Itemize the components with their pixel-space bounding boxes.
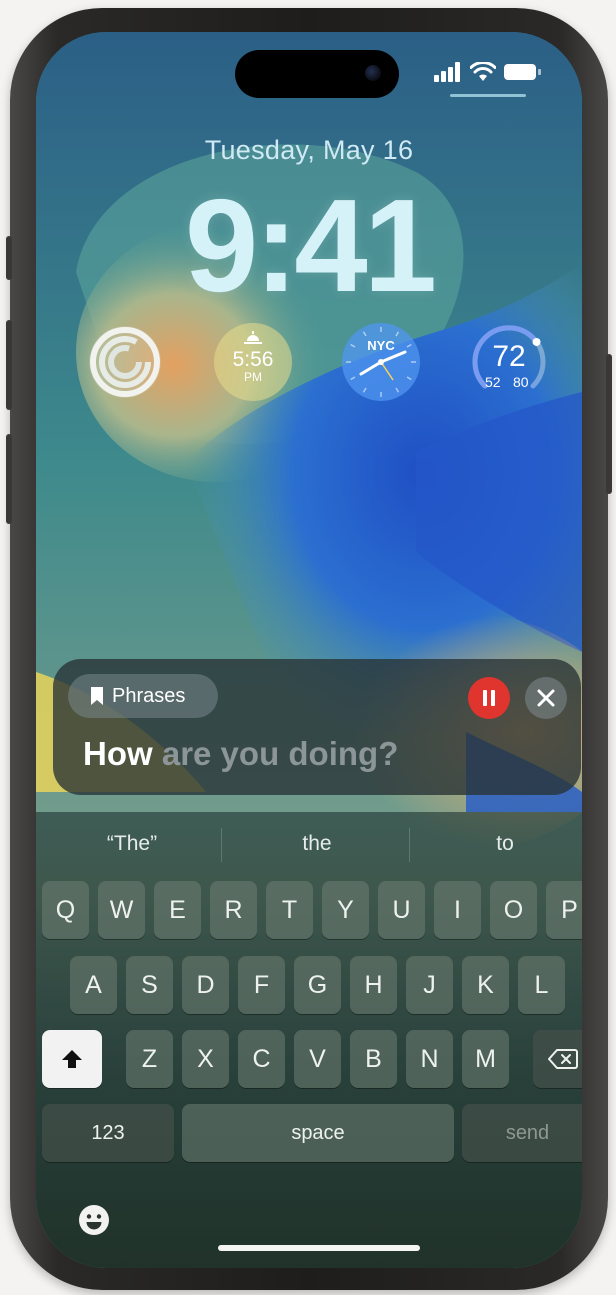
volume-down-button — [6, 434, 12, 524]
key-a[interactable]: A — [70, 956, 117, 1014]
key-f[interactable]: F — [238, 956, 285, 1014]
key-z[interactable]: Z — [126, 1030, 173, 1088]
remaining-text: are you doing? — [161, 735, 399, 772]
phrases-label: Phrases — [112, 684, 186, 707]
key-l[interactable]: L — [518, 956, 565, 1014]
key-j[interactable]: J — [406, 956, 453, 1014]
key-m[interactable]: M — [462, 1030, 509, 1088]
key-b[interactable]: B — [350, 1030, 397, 1088]
phrases-button[interactable]: Phrases — [68, 674, 218, 718]
key-e[interactable]: E — [154, 881, 201, 939]
key-q[interactable]: Q — [42, 881, 89, 939]
bookmark-icon — [91, 687, 103, 705]
suggestion-divider — [409, 828, 410, 862]
key-u[interactable]: U — [378, 881, 425, 939]
status-indicator-line — [450, 94, 526, 97]
key-i[interactable]: I — [434, 881, 481, 939]
live-speech-text: How are you doing? — [83, 735, 398, 773]
key-s[interactable]: S — [126, 956, 173, 1014]
lock-screen: Tuesday, May 16 9:41 5:56 PM NYC 72 52 8… — [36, 32, 582, 1268]
send-key[interactable]: send — [462, 1104, 582, 1162]
sunset-period: PM — [244, 370, 262, 384]
battery-icon — [504, 64, 541, 80]
key-d[interactable]: D — [182, 956, 229, 1014]
lock-date: Tuesday, May 16 — [204, 135, 414, 165]
suggestion-2[interactable]: the — [224, 824, 410, 864]
side-button — [606, 354, 612, 494]
pause-button[interactable] — [468, 677, 510, 719]
key-o[interactable]: O — [490, 881, 537, 939]
key-n[interactable]: N — [406, 1030, 453, 1088]
status-bar — [434, 62, 542, 82]
key-t[interactable]: T — [266, 881, 313, 939]
shift-key[interactable] — [42, 1030, 102, 1088]
clock-face — [342, 323, 420, 401]
key-r[interactable]: R — [210, 881, 257, 939]
key-h[interactable]: H — [350, 956, 397, 1014]
numbers-key[interactable]: 123 — [42, 1104, 174, 1162]
key-w[interactable]: W — [98, 881, 145, 939]
suggestion-1[interactable]: “The” — [39, 824, 225, 864]
suggestion-3[interactable]: to — [412, 824, 582, 864]
key-c[interactable]: C — [238, 1030, 285, 1088]
key-y[interactable]: Y — [322, 881, 369, 939]
home-indicator[interactable] — [218, 1245, 420, 1251]
volume-up-button — [6, 320, 12, 410]
delete-key[interactable] — [533, 1030, 582, 1088]
front-camera — [365, 65, 381, 81]
world-clock-widget[interactable]: NYC — [341, 322, 421, 402]
key-p[interactable]: P — [546, 881, 582, 939]
action-button — [6, 236, 12, 280]
sunset-icon — [244, 331, 262, 344]
cellular-signal-icon — [434, 62, 460, 82]
key-k[interactable]: K — [462, 956, 509, 1014]
weather-high: 80 — [513, 374, 529, 390]
wifi-icon — [470, 62, 496, 81]
suggestion-divider — [221, 828, 222, 862]
sunset-time: 5:56 — [232, 348, 274, 371]
lock-time: 9:41 — [184, 172, 437, 319]
activity-widget[interactable] — [85, 322, 165, 402]
delete-icon — [548, 1049, 578, 1069]
clock-city: NYC — [367, 338, 395, 353]
key-v[interactable]: V — [294, 1030, 341, 1088]
live-speech-card: Phrases How are you doing? — [53, 659, 581, 795]
dynamic-island — [235, 50, 399, 98]
space-key[interactable]: space — [182, 1104, 454, 1162]
spoken-word: How — [83, 735, 153, 772]
key-g[interactable]: G — [294, 956, 341, 1014]
close-icon — [537, 689, 555, 707]
sunset-widget[interactable]: 5:56 PM — [213, 322, 293, 402]
weather-low: 52 — [485, 374, 501, 390]
shift-icon — [62, 1050, 82, 1068]
activity-rings-icon — [89, 326, 161, 398]
emoji-icon — [79, 1205, 109, 1235]
emoji-button[interactable] — [78, 1204, 110, 1236]
key-x[interactable]: X — [182, 1030, 229, 1088]
weather-temperature: 72 — [492, 340, 526, 373]
weather-widget[interactable]: 72 52 80 — [469, 322, 549, 402]
pause-icon — [483, 690, 495, 706]
close-button[interactable] — [525, 677, 567, 719]
